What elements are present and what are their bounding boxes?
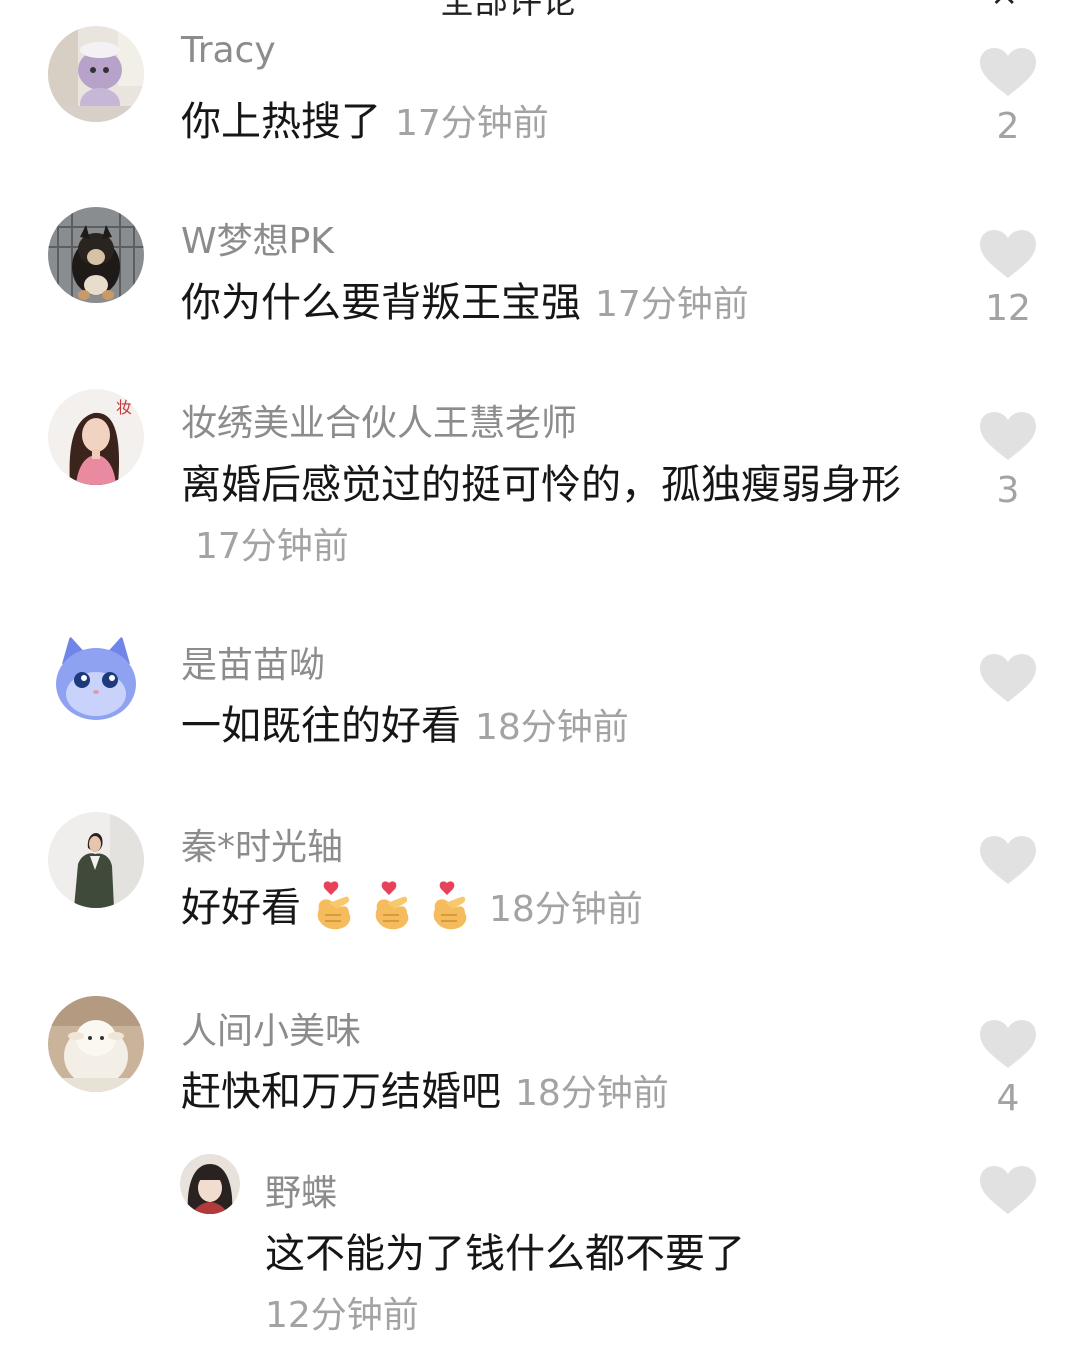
comment-username[interactable]: 人间小美味 [181, 1002, 361, 1054]
close-icon[interactable]: × [990, 0, 1019, 14]
avatar[interactable] [48, 26, 144, 122]
comment-username[interactable]: Tracy [181, 30, 276, 71]
reply-username[interactable]: 野蝶 [265, 1164, 337, 1216]
comment-time: 17分钟前 [395, 103, 549, 144]
comment-text: 好好看 18分钟前 [181, 878, 921, 940]
like-button[interactable]: 2 [978, 48, 1038, 147]
reply-body: 这不能为了钱什么都不要了 [265, 1231, 745, 1277]
like-count: 12 [985, 288, 1031, 329]
comment-time: 17分钟前 [595, 284, 749, 325]
puppy-icon [48, 207, 144, 303]
heart-hands-emoji [317, 881, 351, 930]
avatar[interactable] [48, 996, 144, 1092]
comment-text: 离婚后感觉过的挺可怜的，孤独瘦弱身形 17分钟前 [181, 455, 911, 577]
heart-hands-emoji [433, 881, 467, 930]
comment-username[interactable]: W梦想PK [181, 212, 334, 264]
comment-body: 你上热搜了 [181, 99, 381, 145]
svg-text:妆: 妆 [116, 398, 132, 417]
like-button[interactable] [978, 836, 1038, 894]
avatar[interactable] [48, 812, 144, 908]
like-button[interactable] [978, 1166, 1038, 1224]
girl-icon [180, 1154, 240, 1214]
cat-icon [48, 630, 144, 726]
comment-username[interactable]: 妆绣美业合伙人王慧老师 [181, 394, 577, 446]
heart-icon [980, 654, 1036, 702]
avatar[interactable] [48, 207, 144, 303]
comment-username[interactable]: 是苗苗呦 [181, 636, 325, 688]
comment-text: 一如既往的好看 18分钟前 [181, 696, 921, 758]
comment-body: 赶快和万万结婚吧 [181, 1069, 501, 1115]
reply-text: 这不能为了钱什么都不要了 12分钟前 [265, 1224, 885, 1346]
like-button[interactable]: 4 [978, 1020, 1038, 1119]
heart-hands-emoji [375, 881, 409, 930]
comment-text: 赶快和万万结婚吧 18分钟前 [181, 1062, 921, 1124]
comment-username[interactable]: 秦*时光轴 [181, 818, 343, 870]
comment-text: 你为什么要背叛王宝强 17分钟前 [181, 273, 921, 335]
like-count: 3 [996, 470, 1020, 511]
comment-time: 17分钟前 [195, 526, 349, 567]
reply-time: 12分钟前 [265, 1295, 419, 1336]
like-count: 2 [996, 106, 1020, 147]
heart-icon [980, 412, 1036, 460]
avatar[interactable]: 妆 [48, 389, 144, 485]
heart-icon [980, 48, 1036, 96]
woman-in-suit-icon [48, 812, 144, 908]
comment-time: 18分钟前 [489, 889, 643, 930]
comment-time: 18分钟前 [515, 1073, 669, 1114]
comment-body: 一如既往的好看 [181, 703, 461, 749]
comments-title: 全部评论 [440, 0, 576, 22]
lamb-toy-icon [48, 996, 144, 1092]
comment-body: 离婚后感觉过的挺可怜的，孤独瘦弱身形 [181, 462, 901, 508]
like-count: 4 [996, 1078, 1020, 1119]
avatar[interactable] [48, 630, 144, 726]
like-button[interactable]: 12 [978, 230, 1038, 329]
avatar[interactable] [180, 1154, 240, 1214]
comment-body: 好好看 [181, 885, 301, 931]
heart-icon [980, 1020, 1036, 1068]
heart-icon [980, 230, 1036, 278]
comment-text: 你上热搜了 17分钟前 [181, 92, 921, 154]
comment-body: 你为什么要背叛王宝强 [181, 280, 581, 326]
heart-icon [980, 836, 1036, 884]
comment-time: 18分钟前 [475, 707, 629, 748]
header-fragment: 全部评论 × [0, 0, 1080, 22]
woman-portrait-icon: 妆 [48, 389, 144, 485]
plush-toy-icon [48, 26, 144, 122]
heart-icon [980, 1166, 1036, 1214]
like-button[interactable]: 3 [978, 412, 1038, 511]
like-button[interactable] [978, 654, 1038, 712]
